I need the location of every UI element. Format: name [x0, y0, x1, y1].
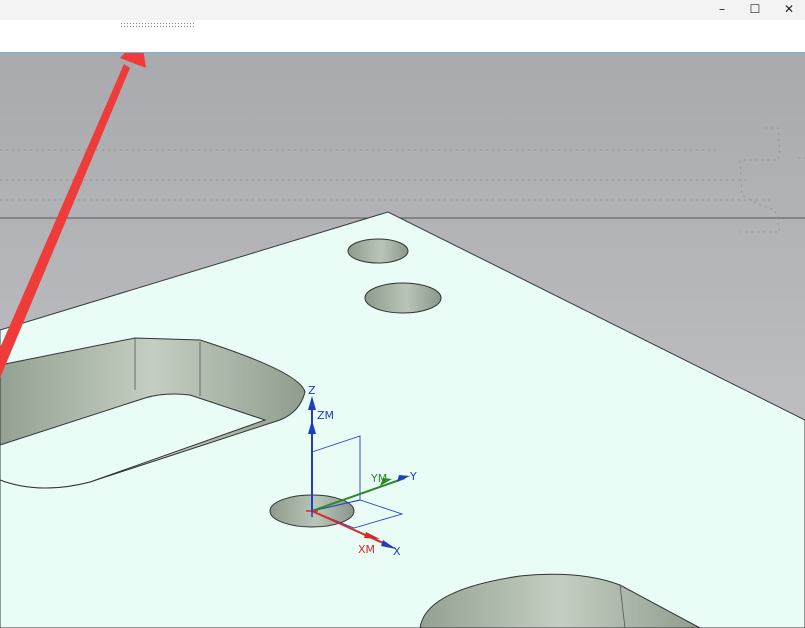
- toolbar-drag-handle[interactable]: [120, 22, 194, 28]
- y-axis-label: Y: [409, 470, 417, 483]
- xm-axis-label: XM: [358, 543, 375, 556]
- maximize-button[interactable]: ☐: [738, 0, 772, 18]
- close-button[interactable]: ✕: [772, 0, 805, 18]
- z-axis-label: Z: [308, 384, 316, 397]
- zm-axis-label: ZM: [317, 409, 334, 422]
- x-axis-label: X: [393, 545, 401, 558]
- cad-scene[interactable]: Z ZM YM Y XM X: [0, 53, 805, 628]
- graphics-viewport[interactable]: Z ZM YM Y XM X: [0, 53, 805, 628]
- window-title-bar: – ☐ ✕: [0, 0, 805, 20]
- minimize-button[interactable]: –: [705, 0, 739, 18]
- hole-small-2[interactable]: [364, 282, 442, 314]
- toolbar-strip: [0, 30, 805, 53]
- ym-axis-label: YM: [370, 472, 387, 485]
- hole-small-1[interactable]: [347, 238, 409, 264]
